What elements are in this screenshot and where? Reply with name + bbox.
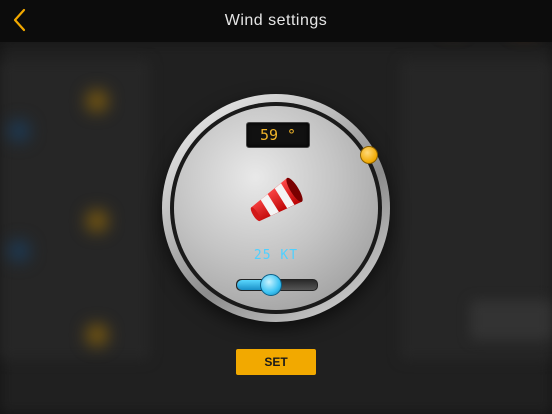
wind-dial[interactable]: 59 ° 25 KT bbox=[162, 94, 390, 322]
page-title: Wind settings bbox=[224, 12, 328, 29]
wind-speed-slider[interactable] bbox=[236, 274, 318, 296]
windsock-icon bbox=[250, 177, 303, 222]
direction-handle[interactable] bbox=[360, 146, 378, 164]
set-button[interactable]: SET bbox=[236, 349, 316, 375]
wind-direction-readout: 59 ° bbox=[246, 122, 310, 148]
slider-thumb[interactable] bbox=[259, 274, 282, 296]
wind-speed-readout: 25 KT bbox=[253, 248, 299, 263]
